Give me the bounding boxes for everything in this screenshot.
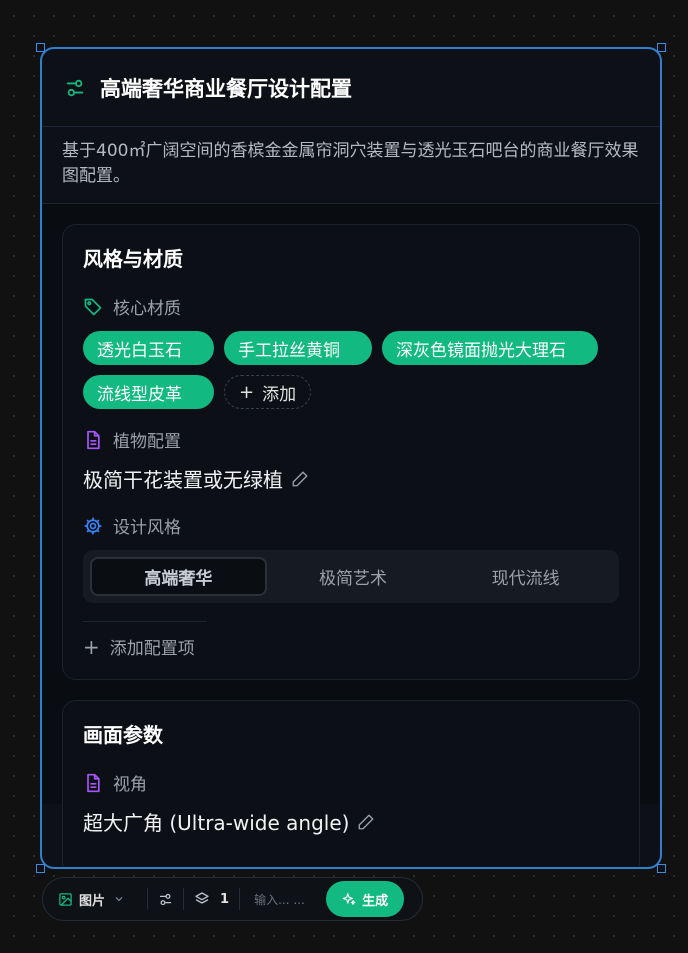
material-chip[interactable]: 深灰色镜面抛光大理石 bbox=[382, 331, 598, 365]
resize-handle-top-right[interactable] bbox=[657, 43, 666, 52]
document-icon bbox=[87, 430, 100, 449]
plus-icon: + bbox=[83, 634, 100, 659]
style-material-card: 风格与材质 核心材质 透光白玉石 手工拉丝黄铜 深灰色镜面抛光大理石 流线型皮革… bbox=[62, 224, 640, 680]
mode-dropdown[interactable]: 图片 bbox=[48, 890, 137, 909]
view-value[interactable]: 超大广角 (Ultra-wide angle) bbox=[83, 807, 619, 836]
add-config-button[interactable]: + 添加配置项 bbox=[83, 634, 619, 660]
plants-value[interactable]: 极简干花装置或无绿植 bbox=[83, 464, 619, 493]
material-chip[interactable]: 手工拉丝黄铜 bbox=[224, 331, 372, 365]
plants-label-text: 植物配置 bbox=[113, 432, 181, 452]
image-icon bbox=[59, 892, 72, 906]
material-chip[interactable]: 透光白玉石 bbox=[83, 331, 214, 365]
config-panel[interactable]: 高端奢华商业餐厅设计配置 基于400㎡广阔空间的香槟金金属帘洞穴装置与透光玉石吧… bbox=[40, 47, 662, 869]
divider bbox=[183, 888, 185, 910]
layers-count: 1 bbox=[220, 891, 230, 907]
layers-button[interactable]: 1 bbox=[194, 891, 229, 907]
prompt-input[interactable]: 输入... ... bbox=[254, 891, 320, 908]
material-chip[interactable]: 流线型皮革 bbox=[83, 375, 214, 409]
view-label: 视角 bbox=[83, 770, 619, 795]
bottom-toolbar: 图片 1 输入... ... 生成 bbox=[42, 877, 423, 921]
panel-title: 高端奢华商业餐厅设计配置 bbox=[100, 76, 352, 101]
style-option-modern-streamline[interactable]: 现代流线 bbox=[439, 557, 612, 596]
layers-icon bbox=[195, 892, 209, 904]
materials-label: 核心材质 bbox=[83, 294, 619, 319]
resize-handle-bottom-right[interactable] bbox=[657, 864, 666, 873]
divider bbox=[83, 621, 207, 622]
add-config-label: 添加配置项 bbox=[109, 639, 195, 659]
view-label-text: 视角 bbox=[113, 775, 147, 795]
gear-icon bbox=[84, 517, 102, 534]
pencil-icon[interactable] bbox=[291, 470, 309, 488]
design-style-selector: 高端奢华 极简艺术 现代流线 bbox=[83, 550, 619, 603]
pencil-icon[interactable] bbox=[357, 813, 375, 831]
settings-button[interactable] bbox=[158, 892, 173, 907]
material-chips: 透光白玉石 手工拉丝黄铜 深灰色镜面抛光大理石 流线型皮革 + 添加 bbox=[83, 331, 619, 409]
chevron-down-icon bbox=[115, 897, 123, 902]
sliders-icon bbox=[159, 893, 172, 905]
view-value-text: 超大广角 (Ultra-wide angle) bbox=[83, 811, 350, 835]
panel-body: 风格与材质 核心材质 透光白玉石 手工拉丝黄铜 深灰色镜面抛光大理石 流线型皮革… bbox=[42, 204, 660, 867]
card-title: 画面参数 bbox=[83, 723, 163, 747]
card-title: 风格与材质 bbox=[83, 247, 183, 271]
add-material-label: 添加 bbox=[262, 384, 297, 405]
design-style-label: 设计风格 bbox=[83, 513, 619, 538]
plants-label: 植物配置 bbox=[83, 427, 619, 452]
style-option-minimal-art[interactable]: 极简艺术 bbox=[267, 557, 440, 596]
tag-icon bbox=[84, 298, 102, 315]
design-style-label-text: 设计风格 bbox=[113, 518, 181, 538]
resize-handle-bottom-left[interactable] bbox=[36, 864, 45, 873]
panel-description: 基于400㎡广阔空间的香槟金金属帘洞穴装置与透光玉石吧台的商业餐厅效果图配置。 bbox=[42, 127, 660, 204]
resize-handle-top-left[interactable] bbox=[36, 43, 45, 52]
mode-label: 图片 bbox=[79, 893, 106, 909]
generate-label: 生成 bbox=[362, 893, 389, 909]
canvas-params-card: 画面参数 视角 超大广角 (Ultra-wide angle) bbox=[62, 700, 640, 867]
generate-button[interactable]: 生成 bbox=[326, 881, 405, 917]
sparkles-icon bbox=[342, 893, 356, 905]
sliders-icon bbox=[66, 79, 84, 96]
materials-label-text: 核心材质 bbox=[113, 299, 181, 319]
add-material-button[interactable]: + 添加 bbox=[224, 375, 312, 409]
divider bbox=[147, 888, 149, 910]
divider bbox=[239, 888, 241, 910]
document-icon bbox=[87, 773, 100, 792]
plants-value-text: 极简干花装置或无绿植 bbox=[83, 468, 283, 492]
panel-header: 高端奢华商业餐厅设计配置 bbox=[42, 49, 660, 127]
plus-icon: + bbox=[239, 381, 255, 403]
style-option-luxury[interactable]: 高端奢华 bbox=[90, 557, 267, 596]
